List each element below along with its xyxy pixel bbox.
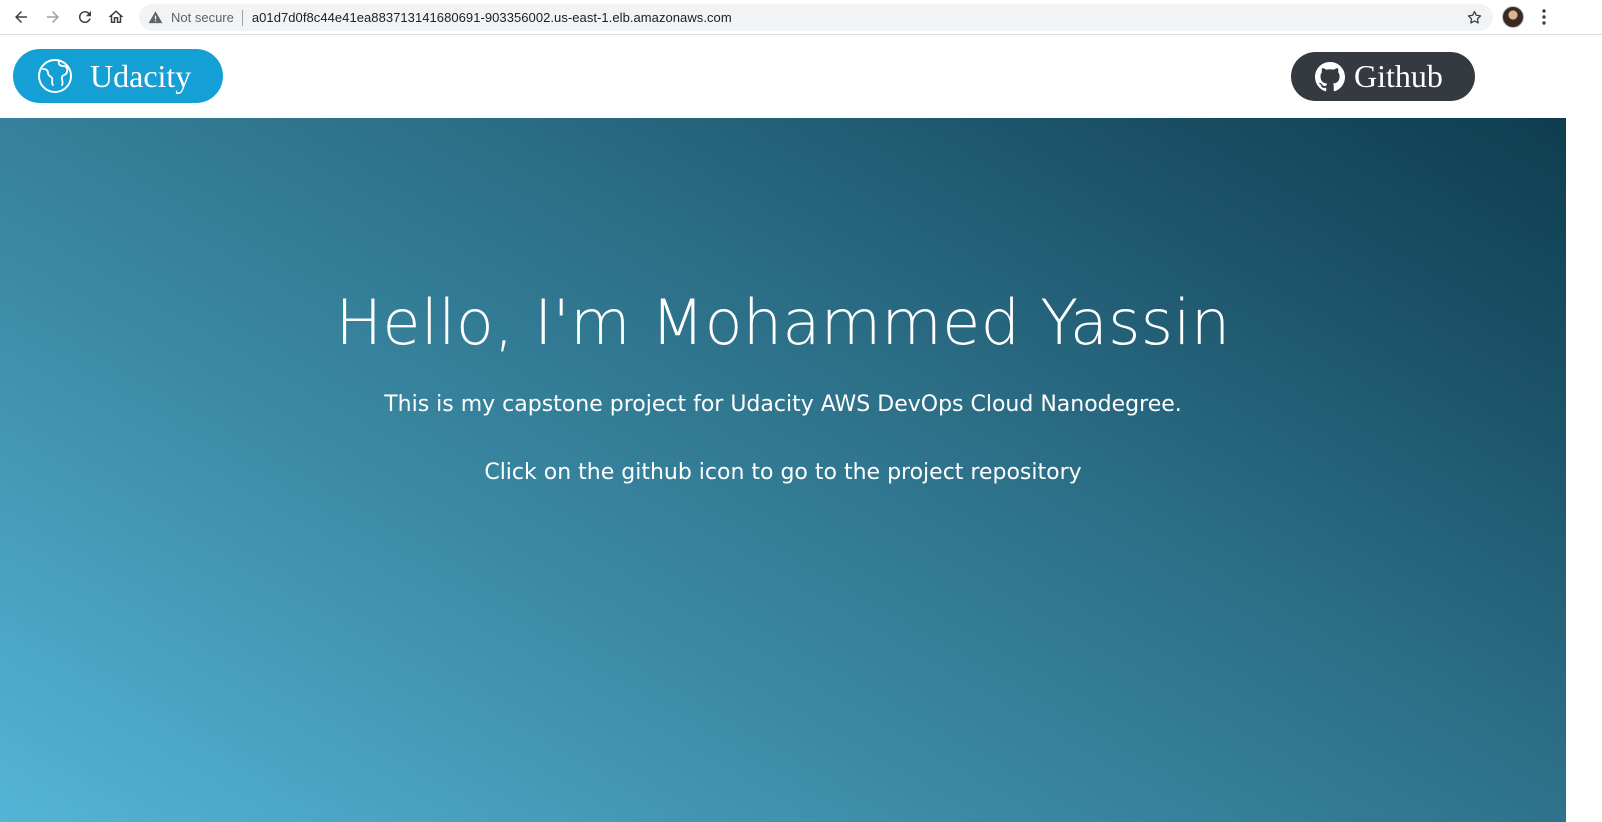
site-header: Udacity Github: [0, 36, 1602, 118]
hero-section: Hello, I'm Mohammed Yassin This is my ca…: [0, 118, 1566, 822]
divider: [241, 9, 243, 26]
github-label: Github: [1354, 58, 1443, 94]
github-icon: [1315, 61, 1345, 92]
hero-title: Hello, I'm Mohammed Yassin: [335, 286, 1231, 359]
globe-icon: [37, 58, 73, 94]
address-bar[interactable]: Not secure a01d7d0f8c44e41ea883713141680…: [139, 4, 1493, 31]
back-icon[interactable]: [9, 5, 33, 29]
hero-subtitle: This is my capstone project for Udacity …: [384, 392, 1182, 417]
hero-instruction: Click on the github icon to go to the pr…: [484, 460, 1082, 485]
url-text[interactable]: a01d7d0f8c44e41ea883713141680691-9033560…: [252, 10, 732, 25]
reload-icon[interactable]: [73, 5, 97, 29]
home-icon[interactable]: [104, 5, 128, 29]
udacity-button[interactable]: Udacity: [13, 49, 223, 103]
udacity-label: Udacity: [90, 57, 192, 94]
security-label[interactable]: Not secure: [171, 10, 234, 25]
star-icon[interactable]: [1466, 9, 1483, 26]
browser-toolbar: Not secure a01d7d0f8c44e41ea883713141680…: [0, 0, 1602, 35]
warning-icon[interactable]: [148, 10, 164, 26]
menu-kebab-icon[interactable]: [1537, 7, 1551, 27]
avatar[interactable]: [1502, 6, 1524, 28]
page-margin: [1566, 118, 1602, 822]
github-button[interactable]: Github: [1291, 52, 1475, 101]
forward-icon[interactable]: [41, 5, 65, 29]
